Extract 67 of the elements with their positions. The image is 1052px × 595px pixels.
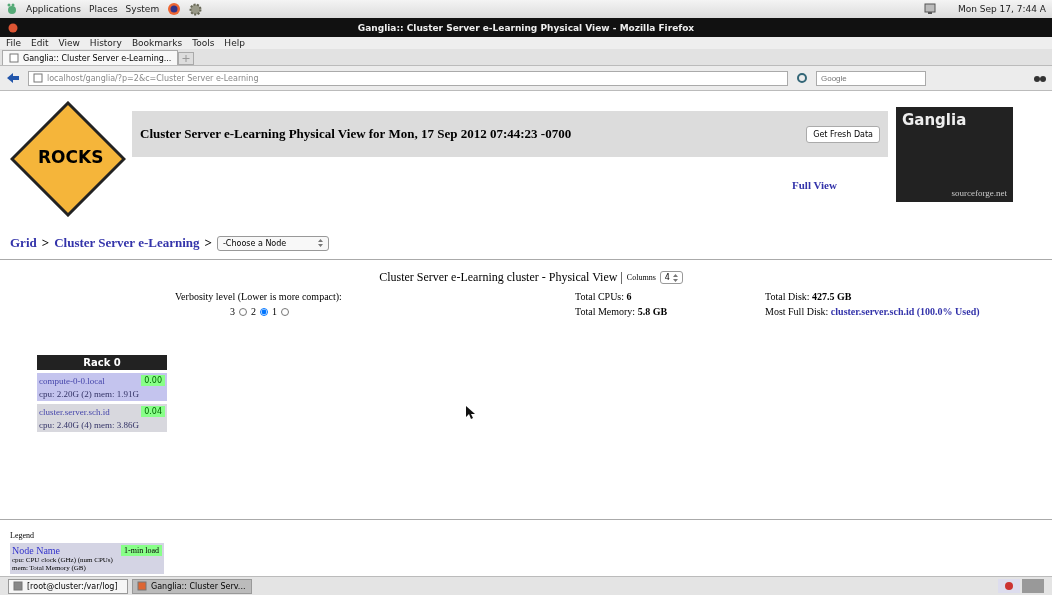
menu-item[interactable]: History [89,38,122,48]
app-icon [8,22,18,33]
legend-title: Legend [10,531,35,540]
binoculars-icon[interactable] [1034,73,1046,83]
page-icon [9,53,19,63]
disk-link[interactable]: cluster.server.sch.id (100.0% Used) [830,306,980,317]
radio-button[interactable] [260,307,268,316]
menu-item[interactable]: Tools [192,38,215,48]
search-field[interactable]: Google [816,70,926,86]
load-value: 0.04 [141,406,165,417]
menu-item[interactable]: Help [224,38,245,48]
legend-node-name: Node Name [12,545,61,556]
node-info: cpu: 2.20G (2) mem: 1.91G [39,389,140,399]
clock[interactable]: Mon Sep 17, 7:44 A [957,4,1046,14]
gear-icon[interactable] [189,2,203,16]
address-field[interactable]: localhost/ganglia/?p=2&c=Cluster Server e-Learning [28,70,788,86]
load-value: 0.00 [141,375,165,386]
columns-select[interactable]: 4 [659,271,683,284]
monitor-icon[interactable] [923,3,936,15]
legend-load: 1-min load [121,545,162,556]
menu-item[interactable]: Bookmarks [131,38,183,48]
breadcrumb-link[interactable]: Cluster Server e-Learning [54,235,200,251]
view-title: Cluster Server e-Learning cluster - Physical View | [379,270,623,285]
browser-tab[interactable]: Ganglia:: Cluster Server e-Learning... [2,50,179,65]
logo-text: Ganglia [902,111,968,129]
rack-header: Rack 0 [37,355,167,370]
taskbar-button[interactable]: [root@cluster:/var/log] [8,578,128,594]
window-title: Ganglia:: Cluster Server e-Learning Physical View - Mozilla Firefox [357,22,695,33]
page-title: Cluster Server e-Learning Physical View for Mon, 17 Sep 2012 07:44:23 -0700 [140,126,572,142]
workspace-switcher-icon[interactable] [998,579,1044,593]
most-full-disk: Most Full Disk: cluster.server.sch.id (100.0% Used) [765,306,981,317]
logo-subtext: sourceforge.net [950,188,1007,198]
breadcrumb-separator: > [41,235,50,251]
reload-icon[interactable] [796,72,808,84]
panel-menu[interactable]: Places [89,4,118,14]
total-cpus: Total CPUs: 6 [575,291,633,302]
menu-item[interactable]: File [6,38,22,48]
window-icon [137,581,147,591]
breadcrumb-separator: > [204,235,212,251]
fresh-data-button[interactable]: Get Fresh Data [806,125,880,143]
node-link[interactable]: compute-0-0.local [39,375,105,386]
radio-button[interactable] [239,307,247,316]
radio-label: 3 [230,306,235,317]
radio-label: 2 [251,306,256,317]
verbosity-label: Verbosity level (Lower is more compact): [175,291,343,302]
menu-item[interactable]: Edit [31,38,49,48]
mouse-cursor-icon [466,406,475,419]
window-icon [13,581,23,591]
panel-menu[interactable]: System [125,4,160,14]
panel-menu[interactable]: Applications [26,4,81,14]
logo-text: ROCKS [38,147,104,167]
taskbar-button[interactable]: Ganglia:: Cluster Serv... [132,578,252,594]
node-info: cpu: 2.40G (4) mem: 3.86G [39,420,140,430]
columns-label: Columns [626,273,656,282]
total-disk: Total Disk: 427.5 GB [765,291,853,302]
back-arrow-icon[interactable] [6,72,20,84]
breadcrumb-link[interactable]: Grid [10,235,37,251]
radio-button[interactable] [281,307,289,316]
full-view-link[interactable]: Full View [792,179,888,191]
node-link[interactable]: cluster.server.sch.id [39,406,110,417]
updown-icon [317,239,323,247]
node-select[interactable]: -Choose a Node [216,235,329,251]
radio-label: 1 [272,306,277,317]
total-memory: Total Memory: 5.8 GB [575,306,669,317]
updown-icon [672,273,678,282]
menu-item[interactable]: View [58,38,80,48]
page-icon [33,73,43,83]
